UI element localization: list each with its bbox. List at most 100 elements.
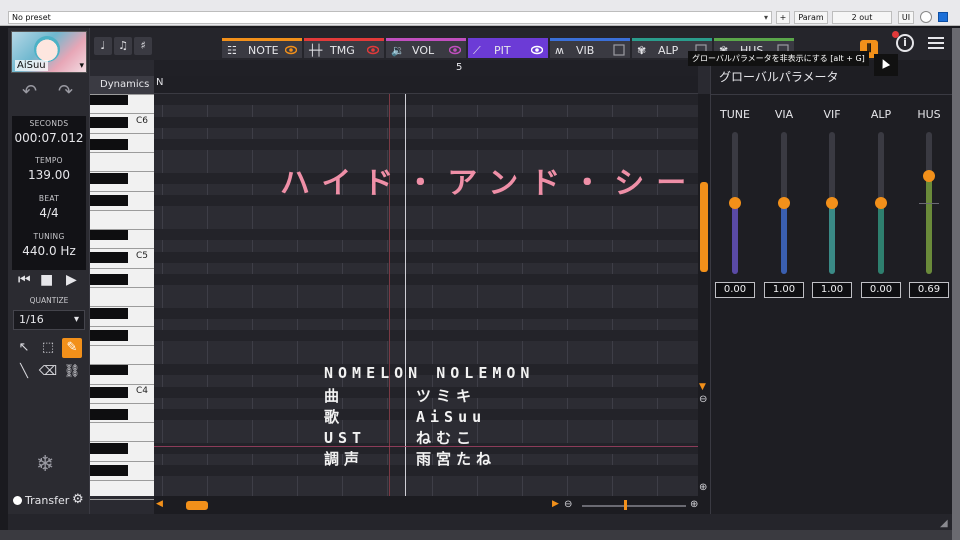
slider-value[interactable]: 1.00	[764, 282, 804, 298]
preset-select[interactable]: No preset ▾	[8, 11, 772, 24]
line-tool-icon[interactable]: ╲	[14, 362, 34, 382]
tab-pitch[interactable]: ⟋ PIT	[468, 38, 548, 58]
tab-note[interactable]: ☷ NOTE	[222, 38, 302, 58]
zoom-in-icon[interactable]: ⊕	[699, 482, 707, 493]
note-grid[interactable]: ハイド・アンド・シーク NOMELON NOLEMON 曲 ツミキ 歌 AiSuu …	[154, 94, 698, 496]
eye-icon[interactable]	[367, 44, 379, 56]
black-key[interactable]	[90, 251, 128, 263]
beat-value[interactable]: 4/4	[12, 206, 86, 220]
vertical-scroll-thumb[interactable]	[700, 182, 708, 272]
gear-icon[interactable]: ⚙	[72, 492, 84, 507]
slider-value[interactable]: 0.69	[909, 282, 949, 298]
measure-number: 5	[456, 62, 463, 73]
key-divider	[90, 132, 154, 134]
scroll-right-icon[interactable]: ▶	[552, 499, 559, 509]
slider-knob[interactable]	[923, 170, 935, 182]
black-key[interactable]	[90, 465, 128, 477]
eye-icon[interactable]	[449, 44, 461, 56]
vertical-scrollbar[interactable]: ▼ ⊖ ⊕	[698, 94, 710, 496]
checkbox-icon[interactable]	[613, 44, 625, 56]
black-key[interactable]	[90, 195, 128, 207]
black-key[interactable]	[90, 330, 128, 342]
black-key[interactable]	[90, 116, 128, 128]
transfer-toggle[interactable]: Transfer	[13, 494, 69, 507]
black-key[interactable]	[90, 274, 128, 285]
info-icon[interactable]: i	[896, 34, 914, 52]
scroll-down-icon[interactable]: ▼	[699, 382, 706, 392]
beat-line	[207, 94, 208, 496]
slider-tune: TUNE 0.00	[711, 108, 759, 308]
black-key[interactable]	[90, 94, 128, 105]
tab-volume[interactable]: 🔉 VOL	[386, 38, 466, 58]
horizontal-scrollbar[interactable]: ◀ ▶ ⊖ ⊕	[154, 496, 710, 514]
zoom-out-icon[interactable]: ⊖	[564, 499, 572, 510]
key-divider	[90, 402, 154, 404]
black-key[interactable]	[90, 139, 128, 150]
pitch-curve-icon: ⟋	[473, 44, 481, 57]
play-icon[interactable]: ▶	[66, 272, 77, 288]
eye-icon[interactable]	[531, 44, 543, 56]
scroll-left-icon[interactable]: ◀	[156, 499, 163, 509]
credit-value: AiSuu	[416, 408, 487, 426]
alpha-icon: ✾	[637, 44, 647, 57]
tempo-icon[interactable]: ♫	[114, 37, 132, 55]
horizontal-scroll-thumb[interactable]	[186, 501, 208, 510]
eraser-tool-icon[interactable]: ⌫	[38, 362, 58, 382]
slider-knob[interactable]	[729, 197, 741, 209]
slider-knob[interactable]	[826, 197, 838, 209]
black-key[interactable]	[90, 307, 128, 319]
black-key[interactable]	[90, 442, 128, 454]
param-button[interactable]: Param	[794, 11, 828, 24]
resize-grip-icon[interactable]: ◢	[940, 518, 948, 529]
metronome-icon[interactable]: ♩	[94, 37, 112, 55]
zoom-out-icon[interactable]: ⊖	[699, 394, 707, 405]
hamburger-menu-icon[interactable]	[928, 37, 944, 49]
output-select[interactable]: 2 out	[832, 11, 892, 24]
singer-avatar[interactable]: AiSuu ▾	[11, 31, 87, 73]
tab-vibrato[interactable]: ʍ VIB	[550, 38, 630, 58]
tab-label: TMG	[330, 44, 355, 57]
slider-label: TUNE	[720, 108, 750, 121]
zoom-slider-knob[interactable]	[624, 500, 627, 510]
pointer-tool-icon[interactable]: ↖	[14, 338, 34, 358]
key-divider	[90, 441, 154, 443]
select-tool-icon[interactable]: ⬚	[38, 338, 58, 358]
sharp-icon[interactable]: ♯	[134, 37, 152, 55]
black-key[interactable]	[90, 386, 128, 398]
slider-knob[interactable]	[875, 197, 887, 209]
black-key[interactable]	[90, 364, 128, 375]
link-tool-icon[interactable]: ⛓	[62, 362, 82, 382]
rewind-icon[interactable]: ⏮	[18, 272, 31, 288]
slider-value[interactable]: 0.00	[715, 282, 755, 298]
redo-icon[interactable]: ↷	[58, 81, 73, 102]
tab-timing[interactable]: ┼┼ TMG	[304, 38, 384, 58]
power-icon[interactable]	[920, 11, 932, 23]
dynamics-lane[interactable]	[154, 76, 698, 94]
undo-icon[interactable]: ↶	[22, 81, 37, 102]
timeline-ruler[interactable]: 5	[154, 60, 698, 76]
slider-value[interactable]: 0.00	[861, 282, 901, 298]
black-key[interactable]	[90, 409, 128, 420]
black-key[interactable]	[90, 172, 128, 184]
black-key[interactable]	[90, 229, 128, 240]
eye-icon[interactable]	[285, 44, 297, 56]
grid-row	[154, 94, 698, 105]
pencil-tool-icon[interactable]: ✎	[62, 338, 82, 358]
zoom-slider[interactable]	[582, 505, 686, 507]
beat-line	[162, 94, 163, 496]
add-button[interactable]: +	[776, 11, 790, 24]
tooltip: グローバルパラメータを非表示にする [alt + G]	[688, 51, 869, 66]
tempo-value[interactable]: 139.00	[12, 168, 86, 182]
ui-button[interactable]: UI	[898, 11, 914, 24]
stop-icon[interactable]: ■	[40, 272, 53, 288]
piano-keyboard[interactable]: C6 C5 C4	[90, 94, 154, 501]
grid-row	[154, 330, 698, 342]
tuning-value[interactable]: 440.0 Hz	[12, 244, 86, 258]
grid-row	[154, 229, 698, 240]
bypass-checkbox[interactable]	[938, 12, 948, 22]
freeze-icon[interactable]: ❄	[36, 452, 54, 477]
quantize-select[interactable]: 1/16 ▾	[13, 310, 85, 330]
slider-knob[interactable]	[778, 197, 790, 209]
zoom-in-icon[interactable]: ⊕	[690, 499, 698, 510]
slider-value[interactable]: 1.00	[812, 282, 852, 298]
